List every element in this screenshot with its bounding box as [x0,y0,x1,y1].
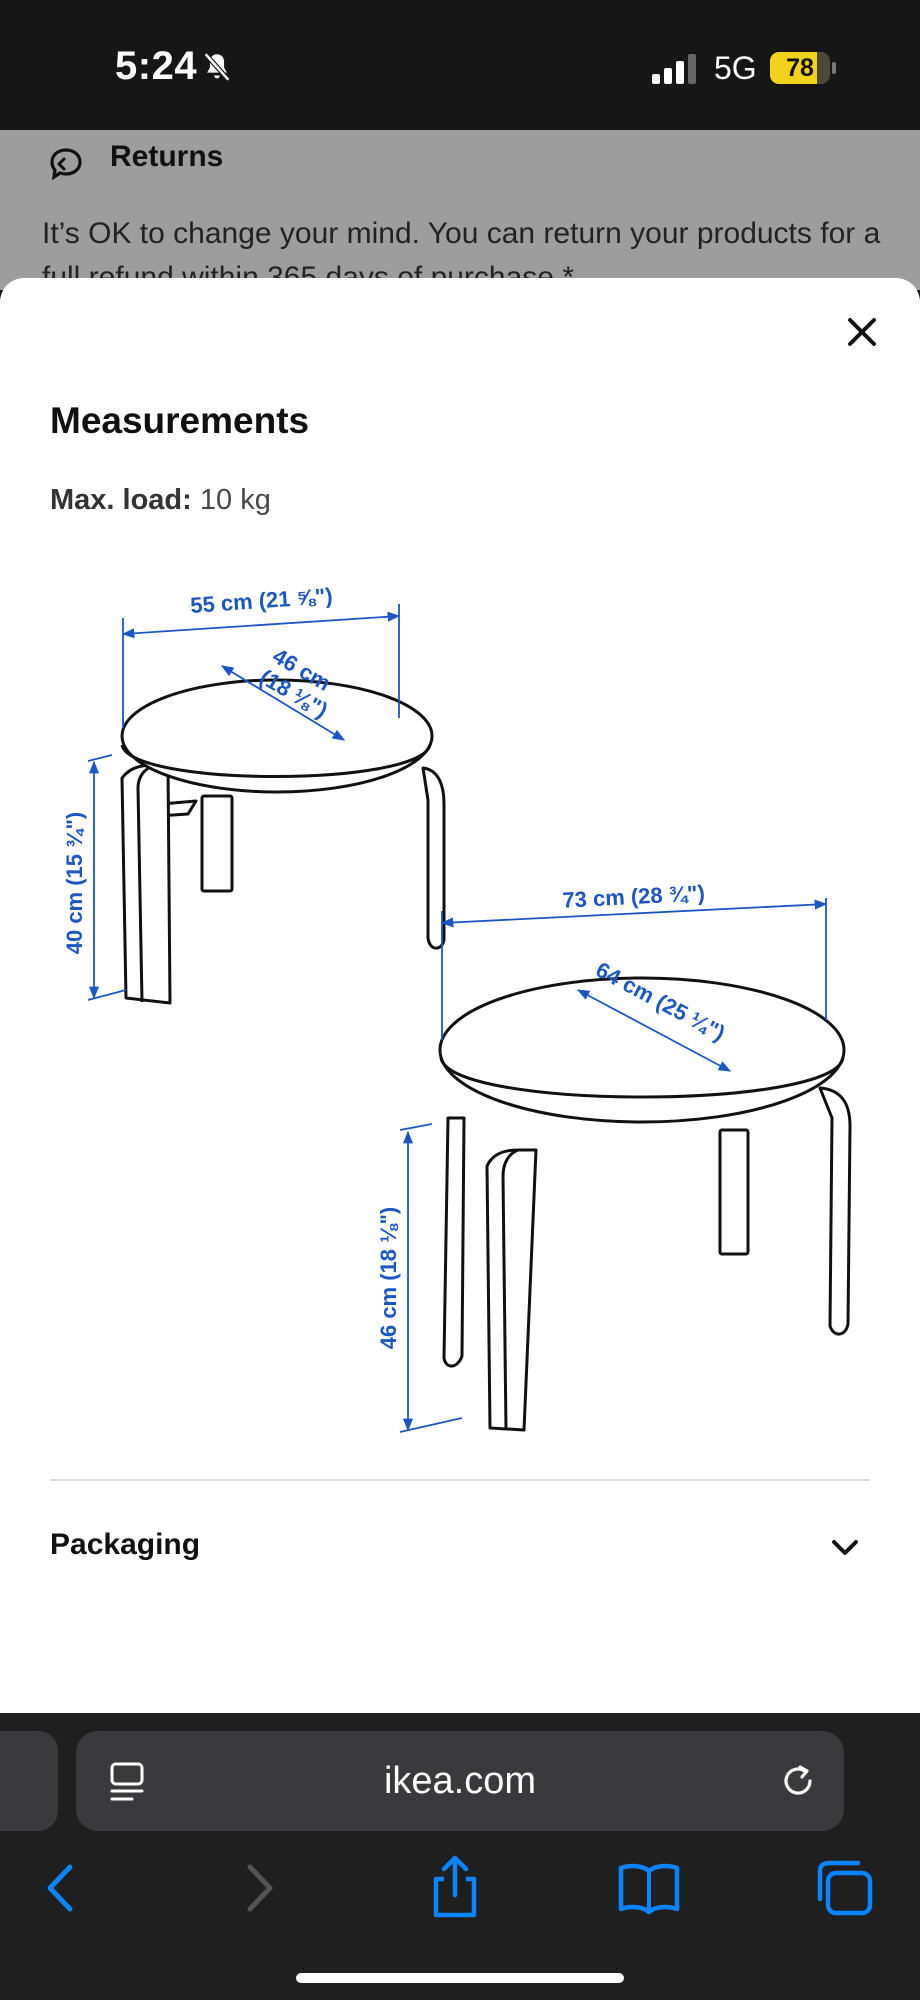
url-text: ikea.com [383,1760,537,1802]
tabs-icon[interactable] [810,1853,880,1923]
max-load-value: 10 kg [199,484,271,516]
returns-title: Returns [110,140,224,173]
large-table-illustration [438,976,852,1432]
close-icon [848,318,876,346]
battery-icon: 78 [770,52,836,84]
sheet-title: Measurements [50,400,310,441]
packaging-accordion[interactable]: Packaging [50,1514,870,1584]
section-divider [50,1479,870,1481]
large-table-width-label: 73 cm (28 ¾") [562,880,706,912]
browser-toolbar: ikea.com [0,1713,920,2000]
measurements-sheet: Measurements Max. load: 10 kg 55 cm (21 … [0,278,920,1713]
reload-icon[interactable] [776,1759,820,1803]
previous-tab-preview[interactable] [0,1731,58,1831]
share-icon[interactable] [420,1853,490,1923]
large-table-height-label: 46 cm (18 ⅛") [376,1207,401,1350]
bell-muted-icon [203,52,231,82]
chevron-down-icon [832,1540,858,1555]
small-table-illustration [120,678,446,1005]
battery-level: 78 [786,54,814,82]
max-load-label: Max. load: [50,484,192,516]
background-page: Returns It’s OK to change your mind. You… [0,130,920,290]
back-icon[interactable] [26,1853,96,1923]
network-type: 5G [714,50,757,86]
packaging-label: Packaging [50,1528,201,1561]
close-button[interactable] [836,306,888,358]
max-load: Max. load: 10 kg [50,484,271,517]
home-indicator [296,1973,624,1983]
browser-nav [0,1853,920,1933]
status-bar: 5:24 5G 78 [0,0,920,130]
status-time: 5:24 [115,44,198,88]
forward-icon[interactable] [224,1853,294,1923]
small-table-height-label: 40 cm (15 ¾") [62,812,87,955]
returns-icon [50,148,82,181]
cellular-signal-icon [652,54,696,84]
small-table-width-label: 55 cm (21 ⅝") [190,583,334,618]
bookmarks-icon[interactable] [614,1853,684,1923]
address-bar[interactable]: ikea.com [76,1731,844,1831]
